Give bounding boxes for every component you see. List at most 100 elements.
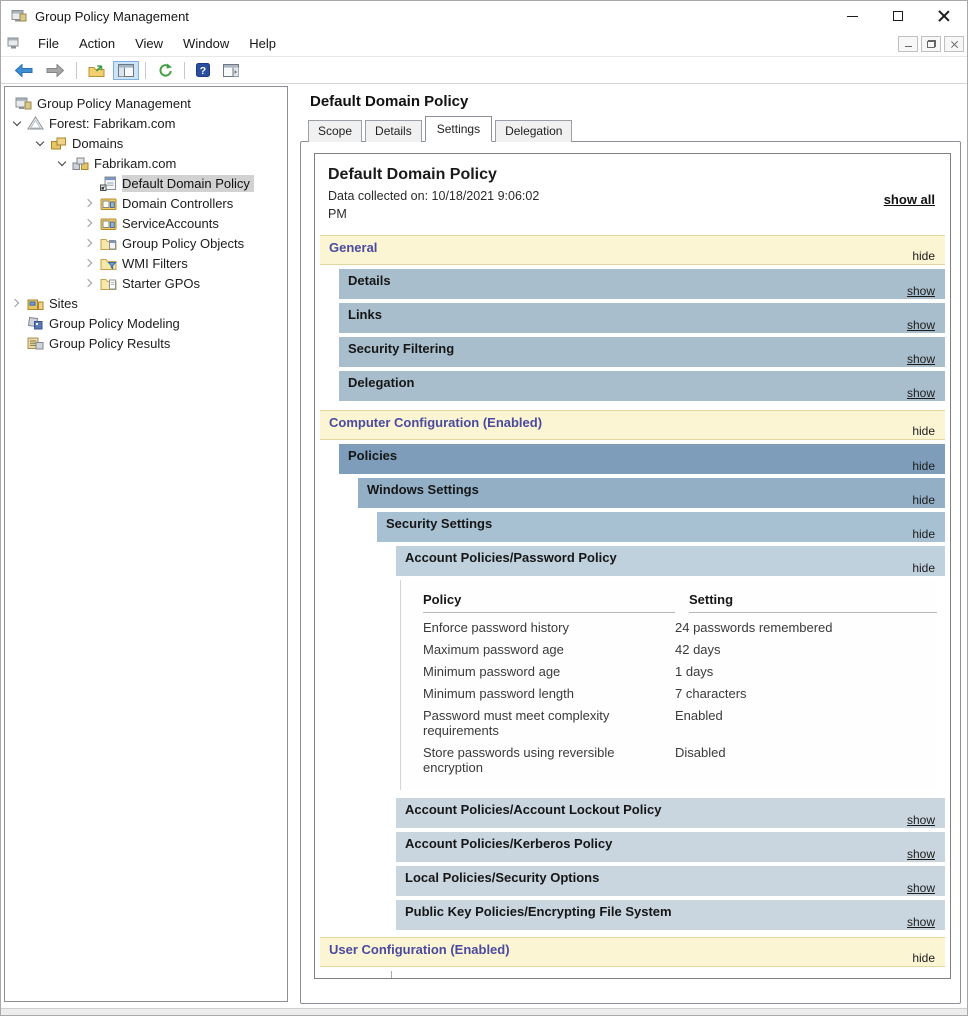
minimize-button[interactable] bbox=[829, 2, 875, 31]
chevron-collapsed-icon[interactable] bbox=[11, 299, 19, 307]
section-kerberos-policy: Account Policies/Kerberos Policy show bbox=[396, 832, 945, 862]
section-links-show-link[interactable]: show bbox=[907, 318, 935, 332]
tree-item-fabrikam-com[interactable]: Fabrikam.com bbox=[5, 153, 287, 173]
child-restore-button[interactable] bbox=[921, 36, 941, 52]
svg-text:?: ? bbox=[200, 65, 206, 77]
section-delegation-show-link[interactable]: show bbox=[907, 386, 935, 400]
tree-item-label: WMI Filters bbox=[122, 256, 188, 271]
section-kerberos-policy-show-link[interactable]: show bbox=[907, 847, 935, 861]
chevron-collapsed-icon[interactable] bbox=[84, 279, 92, 287]
tree-item-serviceaccounts[interactable]: ServiceAccounts bbox=[5, 213, 287, 233]
tree-item-domains[interactable]: Domains bbox=[5, 133, 287, 153]
show-hide-console-tree-button[interactable] bbox=[113, 61, 139, 80]
section-general-hide-link[interactable]: hide bbox=[912, 249, 935, 263]
back-button[interactable] bbox=[9, 61, 38, 80]
section-windows-settings-hide-link[interactable]: hide bbox=[912, 493, 935, 507]
section-general: General hide bbox=[320, 235, 945, 265]
tab-scope[interactable]: Scope bbox=[308, 120, 362, 142]
chevron-expanded-icon[interactable] bbox=[35, 137, 43, 145]
section-password-policy: Account Policies/Password Policy hide bbox=[396, 546, 945, 576]
data-collected-line1: Data collected on: 10/18/2021 9:06:02 bbox=[328, 189, 539, 203]
section-details-show-link[interactable]: show bbox=[907, 284, 935, 298]
tree-item-group-policy-results[interactable]: Group Policy Results bbox=[5, 333, 287, 353]
tree-item-group-policy-modeling[interactable]: Group Policy Modeling bbox=[5, 313, 287, 333]
section-computer-configuration-hide-link[interactable]: hide bbox=[912, 424, 935, 438]
chevron-slot bbox=[8, 300, 25, 306]
tree-item-domain-controllers[interactable]: Domain Controllers bbox=[5, 193, 287, 213]
chevron-slot bbox=[8, 122, 25, 125]
tree-item-forest-fabrikam[interactable]: Forest: Fabrikam.com bbox=[5, 113, 287, 133]
section-kerberos-policy-title: Account Policies/Kerberos Policy bbox=[405, 836, 612, 851]
up-one-level-button[interactable] bbox=[83, 60, 110, 80]
show-hide-action-pane-button[interactable] bbox=[218, 61, 244, 80]
section-delegation-title: Delegation bbox=[348, 375, 414, 390]
section-password-policy-hide-link[interactable]: hide bbox=[912, 561, 935, 575]
menu-file[interactable]: File bbox=[28, 33, 69, 54]
section-user-configuration-hide-link[interactable]: hide bbox=[912, 951, 935, 965]
section-security-filtering-show-link[interactable]: show bbox=[907, 352, 935, 366]
menu-window[interactable]: Window bbox=[173, 33, 239, 54]
sites-icon bbox=[25, 297, 45, 310]
gpo-settings-report: Default Domain Policy Data collected on:… bbox=[314, 153, 951, 979]
tree-item-group-policy-objects[interactable]: Group Policy Objects bbox=[5, 233, 287, 253]
section-account-lockout-policy-title: Account Policies/Account Lockout Policy bbox=[405, 802, 661, 817]
forward-button[interactable] bbox=[41, 61, 70, 80]
chevron-slot bbox=[81, 240, 98, 246]
section-password-policy-title: Account Policies/Password Policy bbox=[405, 550, 617, 565]
child-close-button[interactable] bbox=[944, 36, 964, 52]
child-close-icon bbox=[950, 40, 958, 48]
maximize-button[interactable] bbox=[875, 2, 921, 31]
menu-help[interactable]: Help bbox=[239, 33, 286, 54]
child-minimize-button[interactable] bbox=[898, 36, 918, 52]
chevron-expanded-icon[interactable] bbox=[12, 117, 20, 125]
tree-item-default-domain-policy[interactable]: Default Domain Policy bbox=[5, 173, 287, 193]
section-links-title: Links bbox=[348, 307, 382, 322]
section-encrypting-file-system-show-link[interactable]: show bbox=[907, 915, 935, 929]
menu-action[interactable]: Action bbox=[69, 33, 125, 54]
section-security-settings-hide-link[interactable]: hide bbox=[912, 527, 935, 541]
close-button[interactable] bbox=[921, 2, 967, 31]
refresh-button[interactable] bbox=[152, 60, 178, 81]
starter-gpos-folder-icon bbox=[98, 276, 118, 290]
tab-settings[interactable]: Settings bbox=[425, 116, 492, 142]
chevron-slot bbox=[81, 200, 98, 206]
chevron-collapsed-icon[interactable] bbox=[84, 219, 92, 227]
help-button[interactable]: ? bbox=[191, 60, 215, 80]
report-title: Default Domain Policy bbox=[328, 166, 939, 184]
toolbar-separator bbox=[76, 62, 77, 79]
policy-cell: Enforce password history bbox=[423, 620, 675, 635]
tree-item-group-policy-management[interactable]: Group Policy Management bbox=[5, 93, 287, 113]
show-all-link[interactable]: show all bbox=[884, 192, 935, 207]
domains-icon bbox=[48, 137, 68, 150]
console-tree-pane-icon bbox=[118, 64, 134, 77]
group-policy-management-window: Group Policy Management File Action View… bbox=[0, 0, 968, 1016]
section-details: Details show bbox=[339, 269, 945, 299]
help-icon: ? bbox=[196, 63, 210, 77]
tab-details[interactable]: Details bbox=[365, 120, 422, 142]
setting-cell: Disabled bbox=[675, 745, 937, 775]
tree-item-wmi-filters[interactable]: WMI Filters bbox=[5, 253, 287, 273]
minimize-icon bbox=[847, 16, 858, 17]
gpo-folder-icon bbox=[98, 236, 118, 250]
section-security-options: Local Policies/Security Options show bbox=[396, 866, 945, 896]
section-security-filtering: Security Filtering show bbox=[339, 337, 945, 367]
pane-splitter[interactable] bbox=[288, 84, 296, 1008]
section-links: Links show bbox=[339, 303, 945, 333]
menu-view[interactable]: View bbox=[125, 33, 173, 54]
section-policies-hide-link[interactable]: hide bbox=[912, 459, 935, 473]
section-details-title: Details bbox=[348, 273, 391, 288]
tree-item-starter-gpos[interactable]: Starter GPOs bbox=[5, 273, 287, 293]
chevron-expanded-icon[interactable] bbox=[57, 157, 65, 165]
section-security-options-show-link[interactable]: show bbox=[907, 881, 935, 895]
chevron-slot bbox=[31, 142, 48, 145]
tree-item-sites[interactable]: Sites bbox=[5, 293, 287, 313]
section-general-title: General bbox=[329, 240, 377, 255]
tab-delegation[interactable]: Delegation bbox=[495, 120, 572, 142]
setting-cell: 1 days bbox=[675, 664, 937, 679]
chevron-collapsed-icon[interactable] bbox=[84, 259, 92, 267]
toolbar: ? bbox=[1, 57, 967, 84]
folder-up-icon bbox=[88, 63, 105, 77]
section-account-lockout-policy-show-link[interactable]: show bbox=[907, 813, 935, 827]
chevron-collapsed-icon[interactable] bbox=[84, 199, 92, 207]
chevron-collapsed-icon[interactable] bbox=[84, 239, 92, 247]
